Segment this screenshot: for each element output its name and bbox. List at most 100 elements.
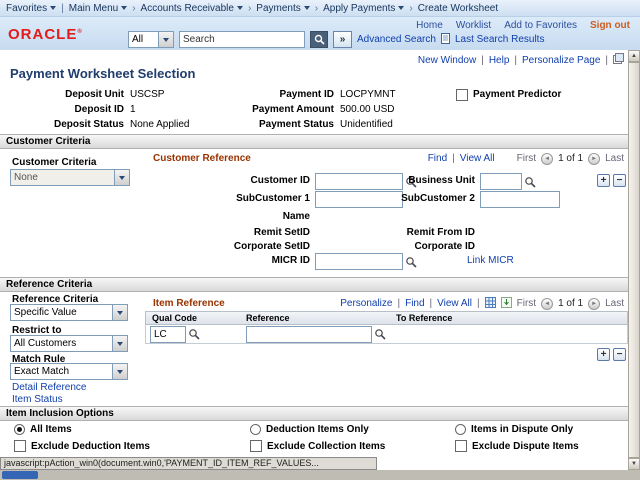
chevron-down-icon[interactable] [112,364,127,379]
payment-predictor-checkbox[interactable] [456,89,468,101]
page-title: Payment Worksheet Selection [10,66,195,81]
customer-reference-title: Customer Reference [153,153,251,164]
sign-out-link[interactable]: Sign out [590,20,630,31]
remit-from-id-label: Remit From ID [385,227,475,238]
add-row-button[interactable]: + [597,174,610,187]
last-label[interactable]: Last [605,298,624,309]
checkbox-label: Exclude Deduction Items [31,441,150,452]
oracle-logo: ORACLE® [8,26,83,43]
separator: | [477,298,480,309]
link-micr-link[interactable]: Link MICR [467,255,514,266]
qual-code-input[interactable] [150,326,186,343]
checkbox-icon[interactable] [455,440,467,452]
chevron-down-icon[interactable] [112,305,127,320]
find-link[interactable]: Find [405,298,424,309]
radio-icon[interactable] [250,424,261,435]
micr-id-lookup-icon[interactable] [405,256,417,268]
scroll-down-button[interactable]: ▼ [628,458,640,470]
next-row-button[interactable]: ► [588,298,600,310]
add-row-button[interactable]: + [597,348,610,361]
radio-deduction-items-only[interactable]: Deduction Items Only [250,424,369,435]
reference-lookup-icon[interactable] [374,328,386,340]
deposit-id-value: 1 [130,104,250,115]
customer-id-label: Customer ID [145,175,310,186]
chevron-down-icon[interactable] [114,170,129,185]
checkbox-exclude-dispute-items[interactable]: Exclude Dispute Items [455,440,579,452]
reference-criteria-select[interactable]: Specific Value [10,304,128,321]
worklist-link[interactable]: Worklist [456,20,491,31]
reference-input[interactable] [246,326,372,343]
minus-icon: − [617,349,623,360]
breadcrumb-payments[interactable]: Payments [256,3,309,14]
find-link[interactable]: Find [428,153,447,164]
vertical-scrollbar[interactable]: ▲ ▼ [628,50,640,470]
search-scope-select[interactable]: All [128,31,174,48]
breadcrumb-separator: › [409,3,412,14]
favorites-label: Favorites [6,3,47,14]
copy-url-icon[interactable] [613,53,624,67]
checkbox-exclude-deduction-items[interactable]: Exclude Deduction Items [14,440,150,452]
chevron-down-icon[interactable] [158,32,173,47]
view-all-link[interactable]: View All [460,153,495,164]
business-unit-lookup-icon[interactable] [524,176,536,188]
search-icon [314,34,325,45]
taskbar-segment[interactable] [2,471,38,479]
main-menu[interactable]: Main Menu [69,3,127,14]
favorites-menu[interactable]: Favorites [6,3,56,14]
customer-criteria-label: Customer Criteria [12,157,96,168]
row-counter: 1 of 1 [558,153,583,164]
plus-icon: + [601,175,607,186]
previous-row-button[interactable]: ◄ [541,153,553,165]
scroll-up-button[interactable]: ▲ [628,50,640,62]
match-rule-select[interactable]: Exact Match [10,363,128,380]
qual-code-lookup-icon[interactable] [188,328,200,340]
add-to-favorites-link[interactable]: Add to Favorites [504,20,577,31]
radio-all-items[interactable]: All Items [14,424,72,435]
radio-items-in-dispute-only[interactable]: Items in Dispute Only [455,424,573,435]
business-unit-input[interactable] [480,173,522,190]
previous-row-button[interactable]: ◄ [541,298,553,310]
chevron-down-icon[interactable] [112,336,127,351]
checkbox-icon[interactable] [14,440,26,452]
subcustomer2-input[interactable] [480,191,560,208]
breadcrumb-apply-payments[interactable]: Apply Payments [323,3,404,14]
search-button[interactable] [310,31,328,48]
previous-arrow-icon: ◄ [544,301,550,307]
separator: | [605,55,608,66]
radio-icon[interactable] [14,424,25,435]
checkbox-icon[interactable] [250,440,262,452]
delete-row-button[interactable]: − [613,174,626,187]
checkbox-exclude-collection-items[interactable]: Exclude Collection Items [250,440,385,452]
delete-row-button[interactable]: − [613,348,626,361]
search-go-button[interactable]: » [333,31,352,48]
grid-icon[interactable] [485,297,496,311]
view-all-link[interactable]: View All [437,298,472,309]
personalize-page-link[interactable]: Personalize Page [522,55,600,66]
last-label[interactable]: Last [605,153,624,164]
radio-icon[interactable] [455,424,466,435]
new-window-link[interactable]: New Window [418,55,476,66]
customer-criteria-select[interactable]: None [10,169,130,186]
advanced-search-link[interactable]: Advanced Search [357,34,436,45]
detail-reference-link[interactable]: Detail Reference [12,382,86,393]
first-label[interactable]: First [517,153,536,164]
micr-id-input[interactable] [315,253,403,270]
item-reference-grid: Item Reference Personalize | Find | View… [145,296,628,366]
breadcrumb-accounts-receivable[interactable]: Accounts Receivable [141,3,243,14]
scrollbar-thumb[interactable] [628,62,640,458]
application-window: Favorites | Main Menu › Accounts Receiva… [0,0,640,480]
next-row-button[interactable]: ► [588,153,600,165]
last-search-results-link[interactable]: Last Search Results [455,34,545,45]
download-icon[interactable] [501,297,512,311]
payment-id-value: LOCPYMNT [340,89,450,100]
reference-criteria-section-header: Reference Criteria [0,277,628,292]
item-status-link[interactable]: Item Status [12,394,63,405]
home-link[interactable]: Home [416,20,443,31]
help-link[interactable]: Help [489,55,510,66]
customer-criteria-value: None [11,170,114,185]
personalize-link[interactable]: Personalize [340,298,392,309]
reference-criteria-value: Specific Value [11,305,112,320]
restrict-to-select[interactable]: All Customers [10,335,128,352]
search-input[interactable] [179,31,305,48]
first-label[interactable]: First [517,298,536,309]
